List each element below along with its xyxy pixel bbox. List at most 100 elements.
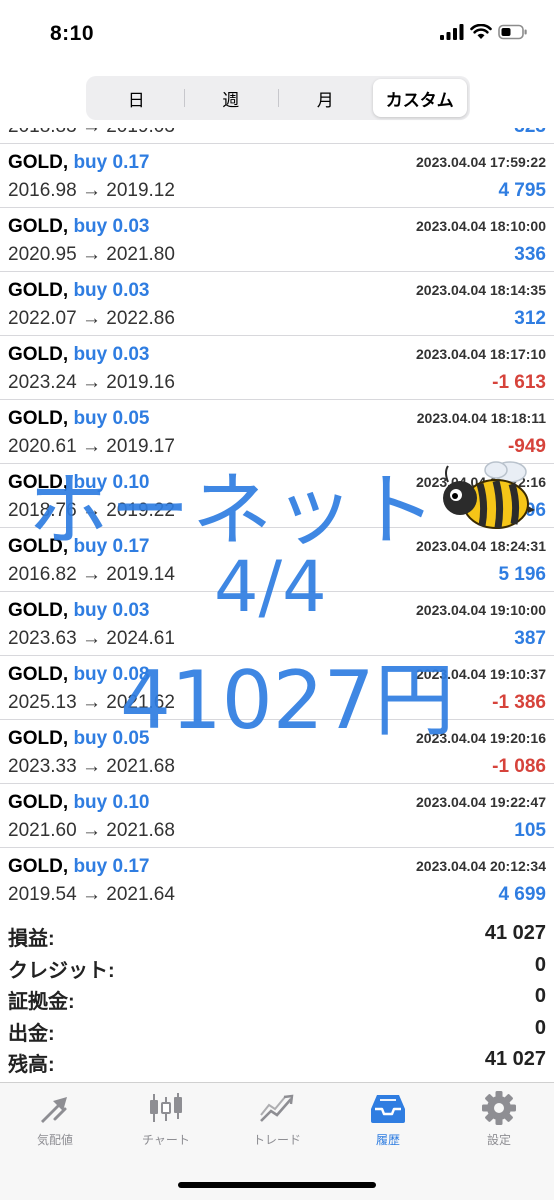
gear-icon — [482, 1091, 516, 1125]
deal-profit: -1 613 — [492, 372, 546, 393]
deal-time: 2023.04.04 19:22:47 — [416, 794, 546, 810]
deal-profit: 323 — [514, 128, 546, 138]
tab-quotes[interactable]: 気配値 — [0, 1091, 110, 1155]
arrow-icon: → — [81, 564, 101, 585]
summary-label: 証拠金: — [8, 991, 75, 1013]
tab-chart[interactable]: チャート — [111, 1091, 221, 1155]
tab-trade[interactable]: トレード — [222, 1091, 332, 1155]
status-time: 8:10 — [50, 22, 95, 45]
tab-label: トレード — [252, 1133, 301, 1147]
deal-side: buy 0.17 — [73, 536, 150, 557]
list-item-partial[interactable]: 2018.83 → 2019.03 323 — [0, 128, 554, 144]
arrow-icon: → — [81, 756, 101, 777]
list-item[interactable]: GOLD, buy 0.17 2023.04.04 20:12:34 2019.54… — [0, 848, 554, 910]
list-item[interactable]: GOLD, buy 0.08 2023.04.04 19:10:37 2025.13… — [0, 656, 554, 720]
list-item[interactable]: GOLD, buy 0.17 2023.04.04 18:24:31 2016.82… — [0, 528, 554, 592]
tab-history[interactable]: 履歴 — [333, 1091, 443, 1155]
segment-custom[interactable]: カスタム — [372, 79, 467, 117]
deal-side: buy 0.03 — [73, 344, 150, 365]
summary-row: 出金: 0 — [0, 1013, 554, 1045]
summary-value: 0 — [534, 953, 546, 976]
open-price: 2020.95 — [8, 244, 77, 265]
deal-prices: 2020.95 → 2021.80 — [8, 244, 175, 266]
deal-side: buy 0.08 — [73, 664, 150, 685]
deal-time: 2023.04.04 19:10:00 — [416, 602, 546, 618]
summary-label: 残高: — [8, 1054, 55, 1076]
deal-symbol: GOLD, buy 0.05 — [8, 728, 150, 750]
open-price: 2022.07 — [8, 308, 77, 329]
summary-value: 41 027 — [484, 1048, 546, 1070]
status-icons — [440, 24, 528, 40]
arrow-icon: → — [81, 692, 101, 713]
summary-row: 残高: 41 027 — [0, 1044, 554, 1076]
list-item[interactable]: GOLD, buy 0.05 2023.04.04 19:20:16 2023.33… — [0, 720, 554, 784]
deal-time: 2023.04.04 19:10:37 — [416, 666, 546, 682]
symbol-text: GOLD, — [8, 344, 69, 365]
arrow-icon: → — [81, 244, 101, 265]
deal-symbol: GOLD, buy 0.03 — [8, 216, 150, 238]
open-price: 2016.98 — [8, 180, 77, 201]
home-indicator — [178, 1182, 376, 1188]
deal-profit: -1 086 — [492, 756, 546, 777]
deal-prices: 2023.24 → 2019.16 — [8, 372, 175, 394]
deal-time: 2023.04.04 19:20:16 — [416, 730, 546, 746]
close-price: 2019.14 — [106, 564, 175, 585]
deal-time: 2023.04.04 17:59:22 — [416, 154, 546, 170]
deal-symbol: GOLD, buy 0.10 — [8, 472, 150, 494]
symbol-text: GOLD, — [8, 728, 69, 749]
bottom-tab-bar: 気配値 チャート トレード 履歴 設定 — [0, 1082, 554, 1200]
inbox-icon — [371, 1095, 405, 1123]
wifi-icon — [470, 24, 492, 39]
segment-week[interactable]: 週 — [183, 79, 279, 117]
close-price: 2019.16 — [106, 372, 175, 393]
deal-profit: 387 — [514, 628, 546, 649]
status-bar: 8:10 — [0, 0, 554, 70]
deal-prices: 2023.33 → 2021.68 — [8, 756, 175, 778]
tab-settings[interactable]: 設定 — [444, 1091, 554, 1155]
arrow-icon: → — [81, 308, 101, 329]
deal-profit: 336 — [514, 244, 546, 265]
close-price: 2019.17 — [106, 436, 175, 457]
summary-label: クレジット: — [8, 959, 115, 982]
open-price: 2020.61 — [8, 436, 77, 457]
open-price: 2019.54 — [8, 884, 77, 905]
segment-day[interactable]: 日 — [89, 79, 184, 117]
close-price: 2019.12 — [106, 180, 175, 201]
open-price: 2018.76 — [8, 500, 77, 521]
summary-row: 損益: 41 027 — [0, 918, 554, 950]
segment-month[interactable]: 月 — [278, 79, 373, 117]
list-item[interactable]: GOLD, buy 0.03 2023.04.04 19:10:00 2023.63… — [0, 592, 554, 656]
summary-value: 0 — [534, 985, 546, 1007]
deal-symbol: GOLD, buy 0.03 — [8, 600, 150, 622]
deal-prices: 2016.98 → 2019.12 — [8, 180, 175, 202]
close-price: 2021.68 — [106, 756, 175, 777]
close-price: 2021.64 — [106, 884, 175, 905]
list-item[interactable]: GOLD, buy 0.17 2023.04.04 17:59:22 2016.98… — [0, 144, 554, 208]
list-item[interactable]: GOLD, buy 0.05 2023.04.04 18:18:11 2020.61… — [0, 400, 554, 464]
summary-label: 出金: — [8, 1022, 55, 1045]
deal-history-list[interactable]: 2018.83 → 2019.03 323 GOLD, buy 0.17 2023… — [0, 128, 554, 910]
deal-prices: 2021.60 → 2021.68 — [8, 820, 175, 842]
deal-profit: 105 — [514, 820, 546, 841]
list-item[interactable]: GOLD, buy 0.03 2023.04.04 18:17:10 2023.24… — [0, 336, 554, 400]
deal-symbol: GOLD, buy 0.17 — [8, 152, 150, 174]
candlestick-icon — [150, 1093, 182, 1122]
symbol-text: GOLD, — [8, 792, 69, 813]
list-item[interactable]: GOLD, buy 0.03 2023.04.04 18:14:35 2022.07… — [0, 272, 554, 336]
deal-profit: 406 — [514, 500, 546, 521]
deal-time: 2023.04.04 18:10:00 — [416, 218, 546, 234]
close-price: 2019.22 — [106, 500, 175, 521]
deal-profit: -1 386 — [492, 692, 546, 713]
list-item[interactable]: GOLD, buy 0.10 2023.04.04 19:22:47 2021.60… — [0, 784, 554, 848]
symbol-text: GOLD, — [8, 600, 69, 621]
arrow-icon: → — [81, 820, 101, 841]
arrow-icon: → — [81, 180, 101, 201]
list-item[interactable]: GOLD, buy 0.10 2023.04.04 18:22:16 2018.76… — [0, 464, 554, 528]
symbol-text: GOLD, — [8, 216, 69, 237]
deal-time: 2023.04.04 18:18:11 — [416, 410, 546, 426]
deal-symbol: GOLD, buy 0.05 — [8, 408, 150, 430]
list-item[interactable]: GOLD, buy 0.03 2023.04.04 18:10:00 2020.95… — [0, 208, 554, 272]
deal-prices: 2018.83 → 2019.03 — [8, 128, 175, 138]
symbol-text: GOLD, — [8, 472, 69, 493]
deal-profit: 5 196 — [498, 564, 546, 585]
